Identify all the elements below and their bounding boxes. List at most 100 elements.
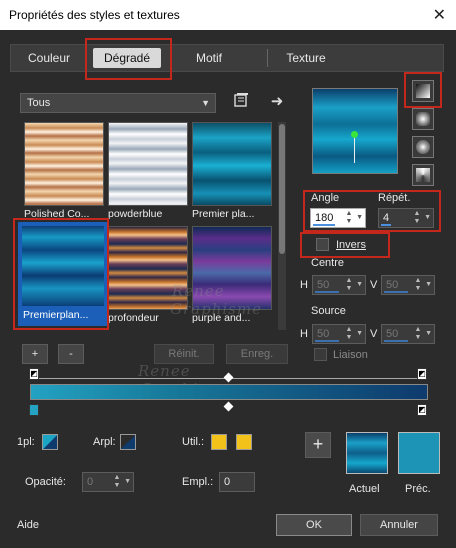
value-bar <box>381 224 391 226</box>
tab-separator <box>85 49 86 67</box>
gradient-library-icon[interactable] <box>232 92 250 112</box>
reset-button[interactable]: Réinit. <box>154 344 214 364</box>
fg-label: 1pl: <box>17 436 35 448</box>
source-v-input[interactable]: 50 ▲ ▼ ▼ <box>381 324 435 344</box>
user-stop-swatch[interactable] <box>211 434 227 450</box>
user-label: Util.: <box>182 436 204 448</box>
location-input[interactable]: 0 <box>219 472 255 492</box>
gradient-thumb-premierplan[interactable]: Premierplan... <box>18 222 108 326</box>
remove-gradient-button[interactable]: - <box>58 344 84 364</box>
ok-button[interactable]: OK <box>276 514 352 536</box>
angle-label: Angle <box>311 192 340 204</box>
spinner-arrows-icon[interactable]: ▲ ▼ <box>345 326 353 342</box>
current-swatch[interactable] <box>346 432 388 474</box>
spinner-arrows-icon[interactable]: ▲ ▼ <box>414 326 422 342</box>
link-label[interactable]: Liaison <box>333 349 368 361</box>
gradient-thumb-powderblue[interactable]: powderblue <box>108 122 188 220</box>
gradient-label: Premierplan... <box>23 309 89 321</box>
invert-label[interactable]: Invers <box>336 239 366 251</box>
location-label: Empl.: <box>182 476 214 488</box>
chevron-down-icon[interactable]: ▼ <box>424 209 431 227</box>
top-stop-left[interactable]: ◩ <box>29 368 39 380</box>
sunburst-style-button[interactable] <box>412 136 434 158</box>
scrollbar-thumb[interactable] <box>279 124 285 254</box>
fg-stop-swatch[interactable] <box>42 434 58 450</box>
repeat-input[interactable]: 4 ▲ ▼ ▼ <box>378 208 434 228</box>
tab-separator <box>267 49 268 67</box>
category-dropdown[interactable]: Tous ▼ <box>20 93 216 113</box>
gradient-thumb-polished[interactable]: Polished Co... <box>24 122 104 220</box>
center-v-input[interactable]: 50 ▲ ▼ ▼ <box>381 275 435 295</box>
value-bar <box>384 291 408 293</box>
tab-motif[interactable]: Motif <box>179 48 239 68</box>
angle-handle <box>354 135 355 163</box>
chevron-down-icon[interactable]: ▼ <box>356 209 363 227</box>
link-checkbox[interactable] <box>314 348 327 361</box>
chevron-down-icon[interactable]: ▼ <box>356 276 363 294</box>
color-stop-right[interactable]: ◩ <box>417 404 427 416</box>
linear-gradient-icon <box>416 84 430 98</box>
arrow-right-icon[interactable]: ➜ <box>268 92 286 112</box>
value-bar <box>313 224 335 226</box>
source-h-input[interactable]: 50 ▲ ▼ ▼ <box>312 324 366 344</box>
tab-texture[interactable]: Texture <box>273 48 339 68</box>
user-color-swatch[interactable] <box>236 434 252 450</box>
opacity-label: Opacité: <box>25 476 66 488</box>
repeat-value: 4 <box>383 212 390 224</box>
center-label: Centre <box>311 257 345 269</box>
repeat-label: Répét. <box>378 192 411 204</box>
watermark-text: Graphisme <box>170 300 262 318</box>
center-v-label: V <box>370 279 378 291</box>
spinner-arrows-icon[interactable]: ▲ ▼ <box>345 210 353 226</box>
tab-couleur[interactable]: Couleur <box>19 48 79 68</box>
rectangular-style-button[interactable] <box>412 108 434 130</box>
value-bar <box>384 340 408 342</box>
value-bar <box>315 291 339 293</box>
gradient-label: Polished Co... <box>24 208 90 220</box>
color-stop-left[interactable] <box>29 404 39 416</box>
gradient-label: Premier pla... <box>192 208 255 220</box>
previous-label: Préc. <box>405 483 431 495</box>
save-button[interactable]: Enreg. <box>226 344 288 364</box>
help-link[interactable]: Aide <box>17 519 39 531</box>
spinner-arrows-icon[interactable]: ▲ ▼ <box>113 474 121 490</box>
window-title: Propriétés des styles et textures <box>9 8 180 22</box>
opacity-input[interactable]: 0 ▲ ▼ ▼ <box>82 472 134 492</box>
chevron-down-icon[interactable]: ▼ <box>356 325 363 343</box>
angle-handle-dot[interactable] <box>351 131 358 138</box>
chevron-down-icon[interactable]: ▼ <box>425 276 432 294</box>
center-h-input[interactable]: 50 ▲ ▼ ▼ <box>312 275 366 295</box>
opacity-value: 0 <box>87 476 94 488</box>
gradient-thumb-premier-pla[interactable]: Premier pla... <box>192 122 272 220</box>
angle-input[interactable]: 180 ▲ ▼ ▼ <box>310 208 366 228</box>
source-h-value: 50 <box>317 328 330 340</box>
center-v-value: 50 <box>386 279 399 291</box>
value-bar <box>315 340 339 342</box>
spinner-arrows-icon[interactable]: ▲ ▼ <box>345 277 353 293</box>
sunburst-gradient-icon <box>416 140 430 154</box>
spinner-arrows-icon[interactable]: ▲ ▼ <box>413 210 421 226</box>
add-gradient-button[interactable]: + <box>22 344 48 364</box>
angle-value: 180 <box>315 212 334 224</box>
bg-stop-swatch[interactable] <box>120 434 136 450</box>
gradient-swatch <box>22 226 104 306</box>
linear-style-button[interactable] <box>412 80 434 102</box>
gradient-swatch <box>24 122 104 206</box>
invert-checkbox[interactable] <box>316 238 329 251</box>
chevron-down-icon[interactable]: ▼ <box>425 325 432 343</box>
close-icon[interactable]: ✕ <box>433 5 446 25</box>
radial-style-button[interactable] <box>412 164 434 186</box>
cancel-button[interactable]: Annuler <box>360 514 438 536</box>
chevron-down-icon[interactable]: ▼ <box>124 473 131 491</box>
center-h-value: 50 <box>317 279 330 291</box>
tab-bar: Couleur Dégradé Motif Texture <box>10 44 444 72</box>
color-midpoint-handle[interactable] <box>223 401 234 412</box>
spinner-arrows-icon[interactable]: ▲ ▼ <box>414 277 422 293</box>
title-bar: Propriétés des styles et textures ✕ <box>0 0 456 30</box>
top-stop-right[interactable]: ◩ <box>417 368 427 380</box>
add-to-swatches-icon[interactable]: + <box>305 432 331 458</box>
previous-swatch[interactable] <box>398 432 440 474</box>
bg-label: Arpl: <box>93 436 116 448</box>
gradient-editor-bar[interactable] <box>30 384 428 400</box>
tab-degrade[interactable]: Dégradé <box>93 48 161 68</box>
